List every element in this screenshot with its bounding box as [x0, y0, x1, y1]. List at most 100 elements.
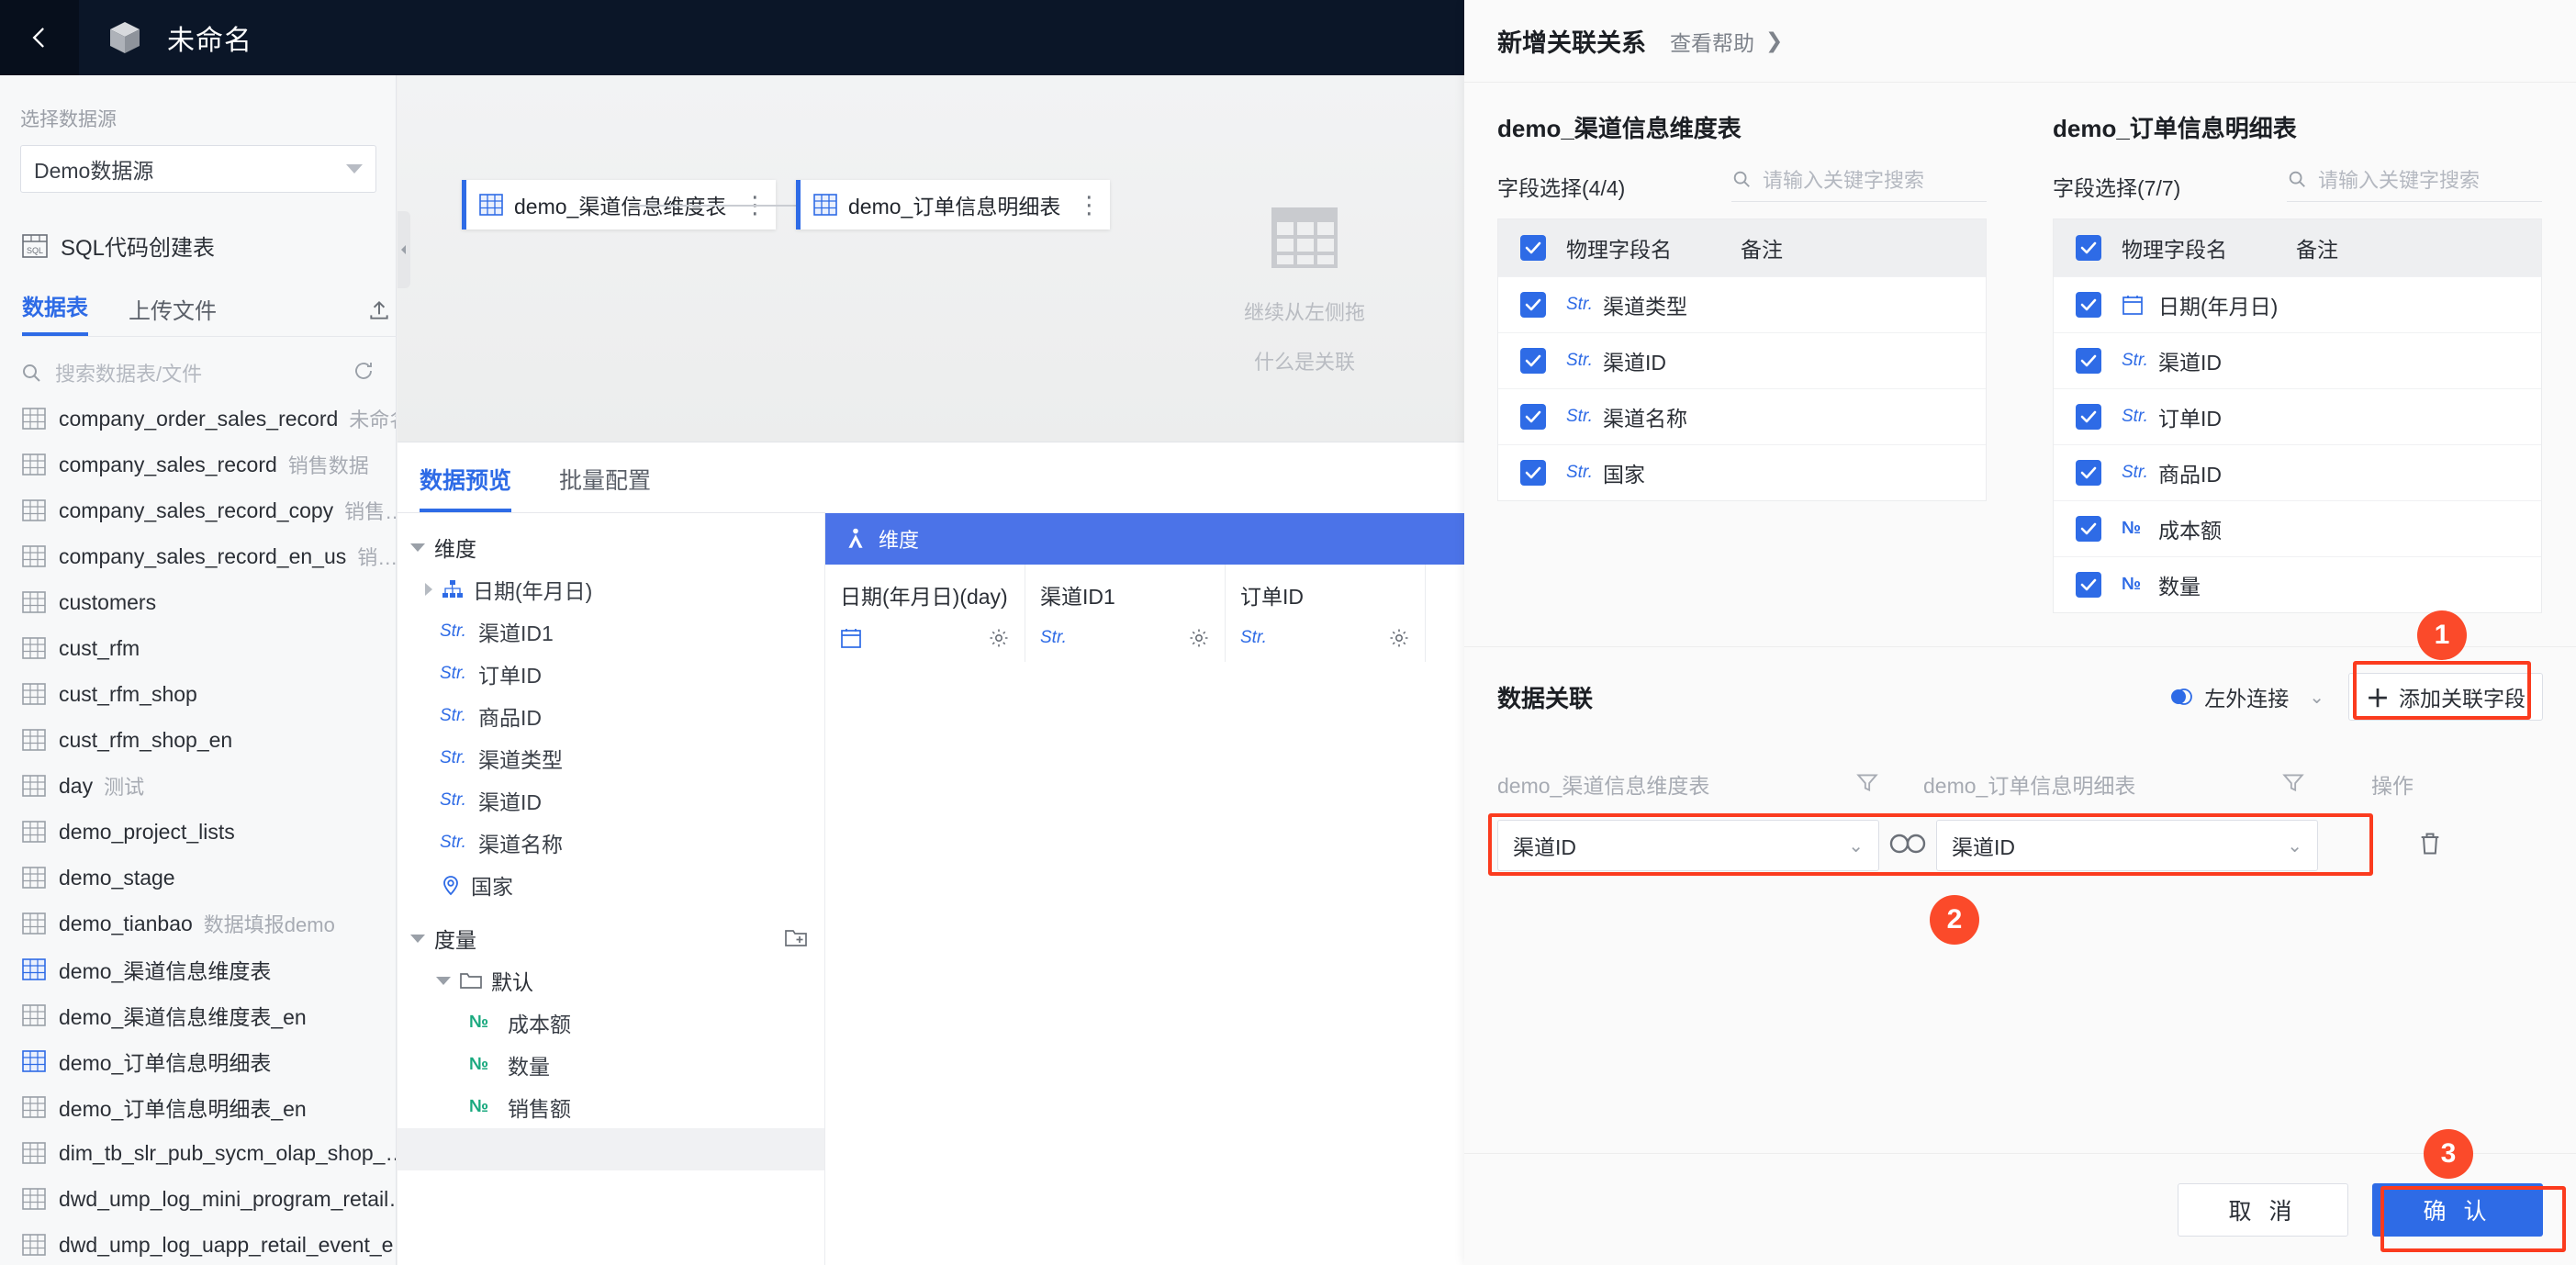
tree-item[interactable]: Str. 渠道名称	[398, 822, 824, 864]
list-item[interactable]: customers	[0, 579, 396, 625]
list-item[interactable]: demo_tianbao 数据填报demo	[0, 901, 396, 946]
chevron-right-icon[interactable]	[425, 583, 432, 596]
field-checkbox[interactable]	[1520, 460, 1546, 486]
field-tree[interactable]: 维度 日期(年月日) Str. 渠道ID1 Str. 订单ID Str. 商品ID Str. 渠…	[398, 513, 825, 1265]
tab-datatables[interactable]: 数据表	[22, 289, 88, 336]
gear-icon[interactable]	[988, 627, 1010, 649]
datatable-list[interactable]: company_order_sales_record 未命名 company_sal…	[0, 396, 396, 1265]
tree-item[interactable]: Str. 商品ID	[398, 695, 824, 737]
table-search-input[interactable]: 搜索数据表/文件	[55, 358, 353, 387]
table-name: demo_project_lists	[59, 819, 235, 844]
field-checkbox[interactable]	[1520, 235, 1546, 261]
delete-relation-button[interactable]	[2417, 831, 2443, 861]
field-checkbox[interactable]	[1520, 348, 1546, 374]
assoc-col-right: demo_订单信息明细表	[1923, 774, 2136, 798]
field-row[interactable]: Str. 渠道ID	[2054, 332, 2541, 388]
list-item[interactable]: cust_rfm	[0, 625, 396, 671]
list-item[interactable]: dim_tb_slr_pub_sycm_olap_shop_…	[0, 1130, 396, 1176]
list-item[interactable]: company_order_sales_record 未命名	[0, 396, 396, 442]
list-item[interactable]: company_sales_record 销售数据	[0, 442, 396, 487]
field-row[interactable]: Str. 商品ID	[2054, 444, 2541, 500]
field-row[interactable]: Str. 渠道类型	[1498, 276, 1986, 332]
field-label: 渠道类型	[1603, 295, 1687, 319]
gear-icon[interactable]	[1388, 627, 1410, 649]
tab-data-preview[interactable]: 数据预览	[420, 463, 512, 512]
field-search-input[interactable]: 请输入关键字搜索	[1731, 164, 1987, 202]
tree-item[interactable]: Str. 渠道类型	[398, 737, 824, 779]
tree-selection-row[interactable]	[398, 1128, 824, 1170]
view-help-link[interactable]: 查看帮助	[1670, 26, 1754, 57]
tree-group-dimension[interactable]: 维度	[398, 526, 824, 568]
table-icon	[22, 683, 46, 705]
list-item[interactable]: demo_订单信息明细表	[0, 1038, 396, 1084]
field-row[interactable]: № 成本额	[2054, 500, 2541, 556]
tree-item[interactable]: 日期(年月日)	[398, 568, 824, 610]
datasource-select[interactable]: Demo数据源	[20, 145, 376, 193]
node-more-icon[interactable]: ⋮	[1077, 191, 1103, 219]
field-search-input[interactable]: 请输入关键字搜索	[2287, 164, 2542, 202]
list-item[interactable]: dwd_ump_log_uapp_retail_event_e…	[0, 1222, 396, 1265]
relation-canvas[interactable]: demo_渠道信息维度表 ⋮ demo_订单信息明细表 ⋮ 继续从左侧拖 什么是…	[398, 75, 1464, 442]
list-item[interactable]: demo_订单信息明细表_en	[0, 1084, 396, 1130]
list-item[interactable]: demo_stage	[0, 855, 396, 901]
table-icon	[22, 591, 46, 613]
field-type: Str.	[1566, 407, 1593, 426]
filter-icon-left[interactable]	[1855, 770, 1879, 799]
list-item[interactable]: company_sales_record_copy 销售…	[0, 487, 396, 533]
table-search-row[interactable]: 搜索数据表/文件	[20, 353, 380, 392]
list-item[interactable]: dwd_ump_log_mini_program_retail…	[0, 1176, 396, 1222]
tree-group-measure[interactable]: 度量	[398, 917, 824, 959]
left-field-select[interactable]: 渠道ID ⌄	[1497, 820, 1879, 871]
tree-item[interactable]: Str. 渠道ID1	[398, 610, 824, 653]
field-checkbox[interactable]	[2076, 516, 2101, 542]
join-type-select[interactable]: 左外连接 ⌄	[2169, 681, 2324, 712]
back-button[interactable]	[0, 0, 79, 75]
list-item[interactable]: cust_rfm_shop_en	[0, 717, 396, 763]
tree-item[interactable]: 国家	[398, 864, 824, 906]
field-row[interactable]: № 数量	[2054, 556, 2541, 612]
field-checkbox[interactable]	[1520, 292, 1546, 318]
cancel-button[interactable]: 取 消	[2178, 1182, 2348, 1237]
field-row[interactable]: Str. 渠道名称	[1498, 388, 1986, 444]
list-item[interactable]: demo_project_lists	[0, 809, 396, 855]
list-item[interactable]: demo_渠道信息维度表	[0, 946, 396, 992]
tab-uploadfile[interactable]: 上传文件	[129, 293, 217, 336]
table-node-1[interactable]: demo_订单信息明细表 ⋮	[796, 180, 1111, 229]
list-item[interactable]: day 测试	[0, 763, 396, 809]
field-checkbox[interactable]	[2076, 572, 2101, 598]
tab-batch-config[interactable]: 批量配置	[559, 463, 651, 512]
field-checkbox[interactable]	[2076, 235, 2101, 261]
upload-icon[interactable]	[367, 298, 391, 327]
add-relation-field-button[interactable]: ＋ 添加关联字段	[2347, 673, 2543, 721]
table-name: cust_rfm	[59, 635, 140, 660]
tree-item[interactable]: Str. 渠道ID	[398, 779, 824, 822]
confirm-button[interactable]: 确 认	[2372, 1182, 2543, 1237]
field-checkbox[interactable]	[2076, 348, 2101, 374]
field-row[interactable]: Str. 渠道ID	[1498, 332, 1986, 388]
field-type: №	[469, 1097, 489, 1116]
list-item[interactable]: cust_rfm_shop	[0, 671, 396, 717]
tree-folder-default[interactable]: 默认	[398, 959, 824, 1002]
list-item[interactable]: demo_渠道信息维度表_en	[0, 992, 396, 1038]
list-item[interactable]: company_sales_record_en_us 销…	[0, 533, 396, 579]
refresh-icon[interactable]	[353, 360, 375, 386]
field-row[interactable]: Str. 订单ID	[2054, 388, 2541, 444]
field-checkbox[interactable]	[1520, 404, 1546, 430]
gear-icon[interactable]	[1188, 627, 1210, 649]
trash-icon	[2421, 833, 2439, 854]
field-checkbox[interactable]	[2076, 460, 2101, 486]
field-row[interactable]: 日期(年月日)	[2054, 276, 2541, 332]
table-icon	[22, 1142, 46, 1164]
tree-item[interactable]: Str. 订单ID	[398, 653, 824, 695]
tree-item[interactable]: № 成本额	[398, 1002, 824, 1044]
tree-item[interactable]: № 销售额	[398, 1086, 824, 1128]
field-row[interactable]: Str. 国家	[1498, 444, 1986, 500]
field-checkbox[interactable]	[2076, 292, 2101, 318]
filter-icon-right[interactable]	[2281, 770, 2305, 799]
tree-item[interactable]: № 数量	[398, 1044, 824, 1086]
right-field-select[interactable]: 渠道ID ⌄	[1936, 820, 2318, 871]
field-checkbox[interactable]	[2076, 404, 2101, 430]
sql-create-table-button[interactable]: SQL SQL代码创建表	[22, 229, 396, 262]
canvas-collapse-handle[interactable]	[398, 211, 410, 288]
add-folder-icon[interactable]	[784, 926, 808, 953]
